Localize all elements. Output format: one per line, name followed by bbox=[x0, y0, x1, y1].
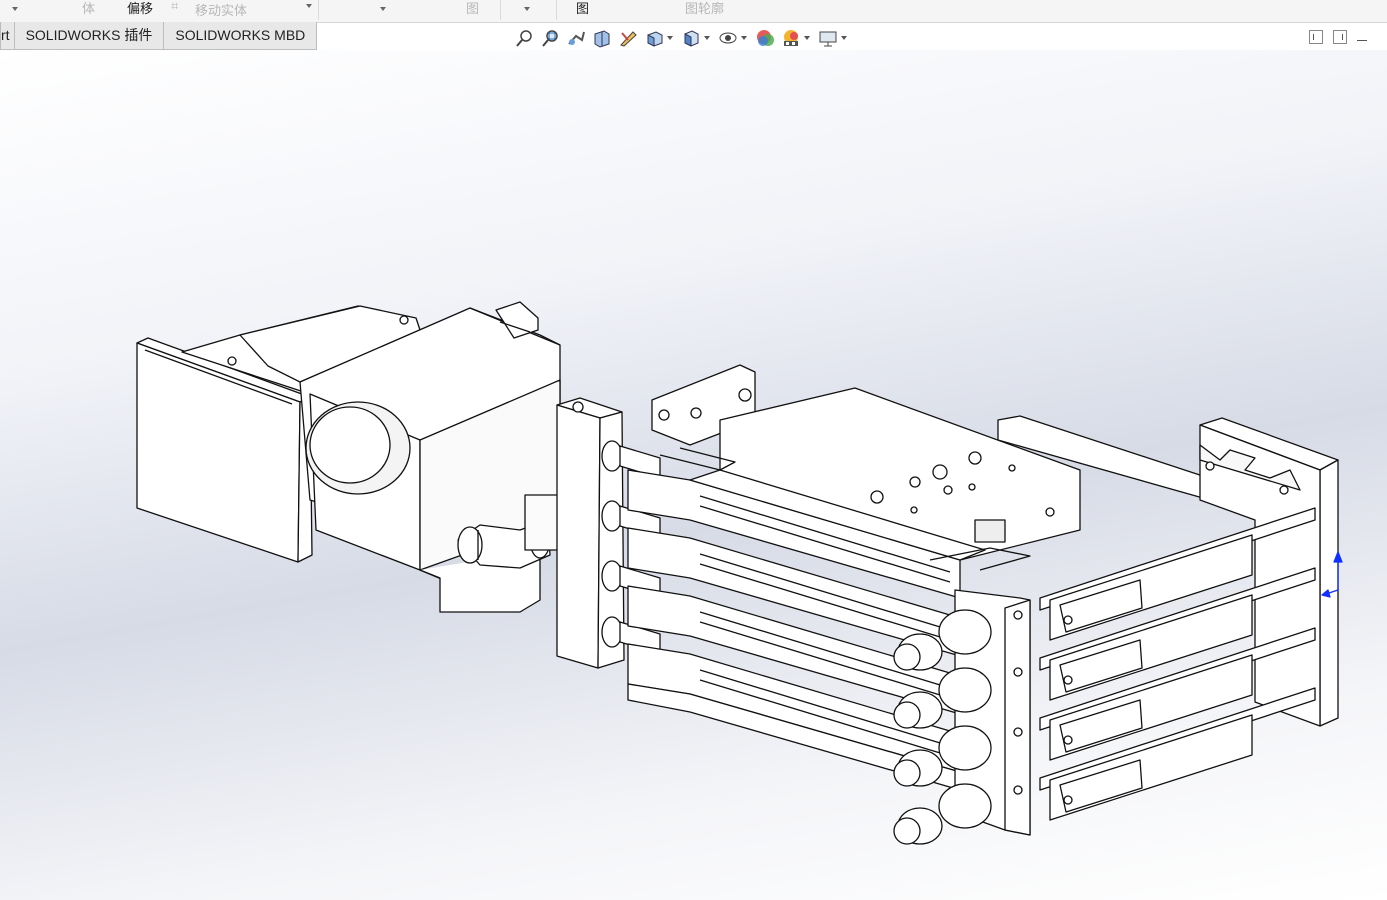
tile-right-icon[interactable] bbox=[1333, 30, 1347, 44]
tab-solidworks-mbd[interactable]: SOLIDWORKS MBD bbox=[163, 22, 318, 50]
chevron-down-icon[interactable] bbox=[741, 36, 747, 40]
chevron-down-icon[interactable] bbox=[704, 36, 710, 40]
view-orientation-icon[interactable] bbox=[644, 28, 664, 48]
previous-view-icon[interactable] bbox=[566, 28, 586, 48]
ribbon-item-offset[interactable]: 偏移 bbox=[127, 0, 153, 17]
chevron-down-icon[interactable] bbox=[306, 4, 312, 8]
chevron-down-icon[interactable] bbox=[841, 36, 847, 40]
command-manager-tabs: rt SOLIDWORKS 插件 SOLIDWORKS MBD bbox=[0, 22, 318, 50]
view-settings-icon[interactable] bbox=[818, 28, 838, 48]
graphics-viewport[interactable] bbox=[0, 50, 1387, 900]
zoom-to-area-icon[interactable] bbox=[540, 28, 560, 48]
edit-appearance-icon[interactable] bbox=[755, 28, 775, 48]
ribbon-item-drawing[interactable]: 图 bbox=[576, 0, 589, 17]
tab-partial[interactable]: rt bbox=[0, 22, 15, 50]
heads-up-view-toolbar bbox=[514, 27, 855, 49]
section-view-icon[interactable] bbox=[592, 28, 612, 48]
minimize-icon[interactable] bbox=[1357, 30, 1369, 44]
ribbon-divider bbox=[318, 0, 319, 20]
tab-solidworks-addins[interactable]: SOLIDWORKS 插件 bbox=[13, 22, 165, 50]
ribbon-item-move-body[interactable]: 移动实体 bbox=[195, 0, 247, 19]
ribbon-divider bbox=[556, 0, 557, 20]
cad-model-drawing bbox=[136, 301, 1343, 845]
ribbon-item-view[interactable]: 图 bbox=[466, 0, 479, 17]
chevron-down-icon[interactable] bbox=[12, 7, 18, 11]
tile-left-icon[interactable] bbox=[1309, 30, 1323, 44]
chevron-down-icon[interactable] bbox=[524, 7, 530, 11]
chevron-down-icon[interactable] bbox=[380, 7, 386, 11]
viewport-window-controls bbox=[1309, 30, 1369, 46]
ribbon-item-icon-glyph: ⌗ bbox=[171, 0, 179, 13]
chevron-down-icon[interactable] bbox=[804, 36, 810, 40]
ribbon-item-body[interactable]: 体 bbox=[82, 0, 95, 17]
dynamic-annotation-icon[interactable] bbox=[618, 28, 638, 48]
display-style-icon[interactable] bbox=[681, 28, 701, 48]
apply-scene-icon[interactable] bbox=[781, 28, 801, 48]
ribbon-divider bbox=[500, 0, 501, 20]
chevron-down-icon[interactable] bbox=[667, 36, 673, 40]
command-manager-ribbon: 体 偏移 ⌗ 移动实体 图 图 图轮廓 bbox=[0, 0, 1387, 23]
hide-show-items-icon[interactable] bbox=[718, 28, 738, 48]
ribbon-item-outline[interactable]: 图轮廓 bbox=[685, 0, 724, 17]
zoom-to-fit-icon[interactable] bbox=[514, 28, 534, 48]
